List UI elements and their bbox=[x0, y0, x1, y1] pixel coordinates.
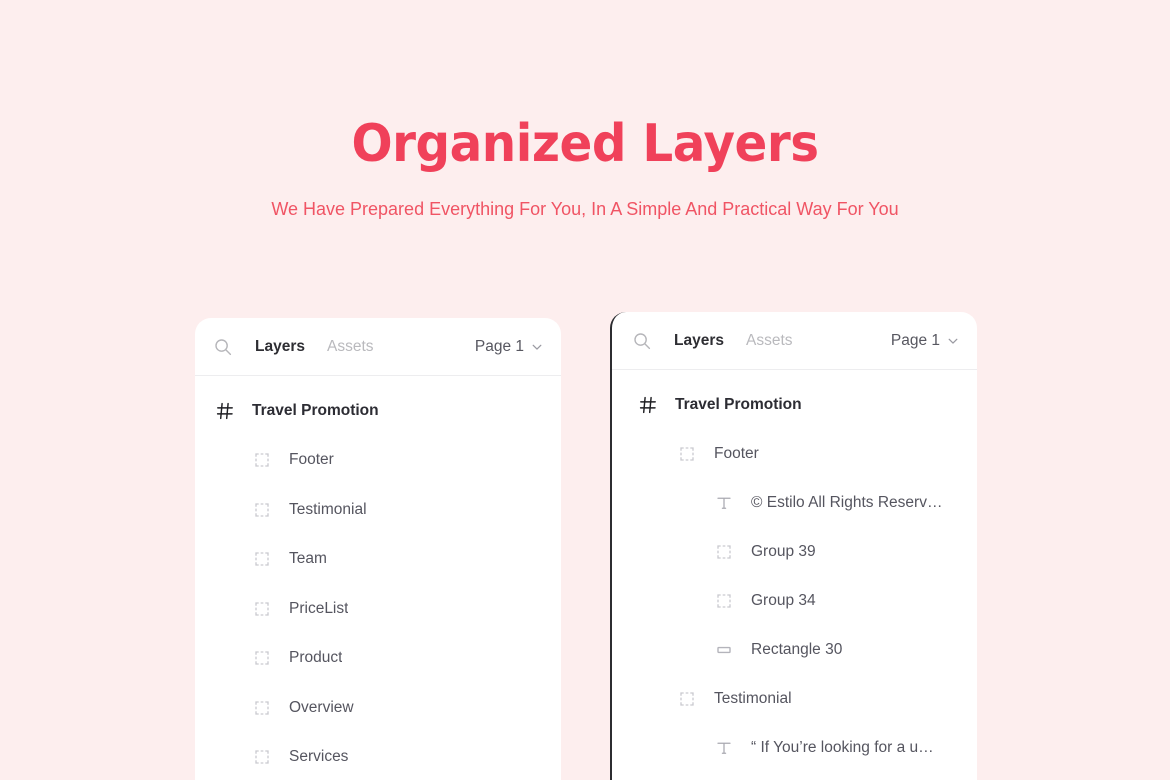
layer-label: Testimonial bbox=[714, 689, 792, 707]
panel-header-left: Layers Assets Page 1 bbox=[195, 318, 561, 376]
layer-row[interactable]: Group 34 bbox=[612, 576, 977, 625]
layer-row[interactable]: Testimonial bbox=[195, 485, 561, 535]
frame-icon bbox=[255, 552, 269, 566]
frame-icon bbox=[255, 602, 269, 616]
search-icon[interactable] bbox=[632, 331, 652, 351]
layer-row[interactable]: “ If You’re looking for a u… bbox=[612, 723, 977, 772]
layer-row[interactable]: PriceList bbox=[195, 584, 561, 634]
layer-label: Product bbox=[289, 649, 343, 667]
hash-frame-icon bbox=[639, 396, 656, 413]
page-selector-label: Page 1 bbox=[474, 337, 524, 355]
layer-label: Services bbox=[289, 748, 349, 766]
page-selector-left[interactable]: Page 1 bbox=[475, 338, 543, 356]
layer-label: “ If You’re looking for a u… bbox=[751, 738, 934, 756]
layer-row[interactable]: Team bbox=[195, 535, 561, 585]
tab-assets-left[interactable]: Assets bbox=[327, 338, 374, 356]
panel-header-right: Layers Assets Page 1 bbox=[612, 312, 977, 370]
tab-layers-left[interactable]: Layers bbox=[255, 338, 305, 356]
layers-panel-right: Layers Assets Page 1 Travel Promotion Footer… bbox=[610, 312, 977, 780]
hash-frame-icon bbox=[216, 402, 233, 419]
layer-row[interactable]: Testimonial bbox=[612, 674, 977, 723]
layer-label: Team bbox=[289, 550, 327, 568]
layer-row[interactable]: Group 39 bbox=[612, 527, 977, 576]
search-icon[interactable] bbox=[213, 337, 233, 357]
frame-icon bbox=[255, 701, 269, 715]
layer-label: Group 34 bbox=[751, 591, 816, 609]
layer-list-left: Travel Promotion Footer Testimonial Team Pri… bbox=[195, 376, 561, 780]
layer-row[interactable]: Services bbox=[195, 733, 561, 780]
frame-icon bbox=[255, 750, 269, 764]
chevron-down-icon bbox=[532, 344, 542, 350]
layers-panel-left: Layers Assets Page 1 Travel Promotion Footer… bbox=[195, 318, 561, 780]
frame-icon bbox=[680, 691, 694, 706]
layer-label: Travel Promotion bbox=[252, 401, 379, 419]
page-selector-label: Page 1 bbox=[890, 331, 940, 349]
page-selector-right[interactable]: Page 1 bbox=[891, 332, 959, 350]
rectangle-icon bbox=[717, 646, 731, 653]
frame-icon bbox=[255, 651, 269, 665]
layer-row[interactable]: Overview bbox=[195, 683, 561, 733]
layer-label: Overview bbox=[289, 698, 354, 716]
layer-label: © Estilo All Rights Reserv… bbox=[751, 493, 943, 511]
layer-list-right: Travel Promotion Footer © Estilo All Right… bbox=[612, 370, 977, 772]
text-icon bbox=[717, 497, 731, 509]
layer-row[interactable]: Product bbox=[195, 634, 561, 684]
layer-row[interactable]: Travel Promotion bbox=[612, 380, 977, 429]
layer-row[interactable]: Footer bbox=[195, 436, 561, 486]
layer-row[interactable]: Travel Promotion bbox=[195, 386, 561, 436]
frame-icon bbox=[255, 453, 269, 467]
layer-label: Footer bbox=[289, 451, 334, 469]
layer-label: PriceList bbox=[289, 599, 349, 617]
layer-label: Testimonial bbox=[289, 500, 367, 518]
frame-icon bbox=[717, 593, 731, 608]
layer-label: Footer bbox=[714, 444, 759, 462]
text-icon bbox=[717, 742, 731, 754]
frame-icon bbox=[680, 446, 694, 461]
chevron-down-icon bbox=[948, 338, 958, 344]
page-subtitle: We Have Prepared Everything For You, In … bbox=[271, 199, 899, 219]
layer-row[interactable]: © Estilo All Rights Reserv… bbox=[612, 478, 977, 527]
layer-label: Rectangle 30 bbox=[751, 640, 843, 658]
layer-label: Group 39 bbox=[751, 542, 816, 560]
tab-assets-right[interactable]: Assets bbox=[746, 332, 793, 350]
layer-row[interactable]: Footer bbox=[612, 429, 977, 478]
frame-icon bbox=[717, 544, 731, 559]
page-title: Organized Layers bbox=[351, 114, 819, 174]
frame-icon bbox=[255, 503, 269, 517]
tab-layers-right[interactable]: Layers bbox=[674, 332, 724, 350]
layer-label: Travel Promotion bbox=[675, 395, 802, 413]
hero-section: Organized Layers We Have Prepared Everyt… bbox=[0, 0, 1170, 222]
layer-row[interactable]: Rectangle 30 bbox=[612, 625, 977, 674]
